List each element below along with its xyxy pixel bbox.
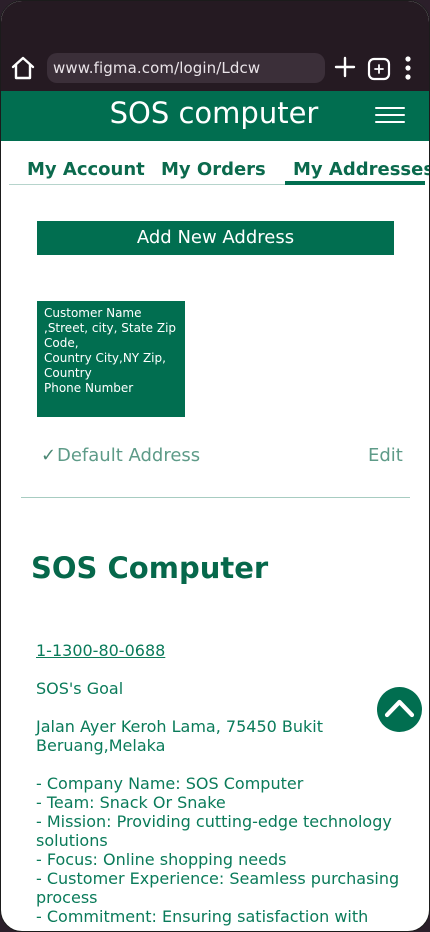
hamburger-bar (375, 114, 405, 116)
add-new-address-button[interactable]: Add New Address (37, 221, 394, 255)
list-item: - Mission: Providing cutting-edge techno… (36, 812, 392, 850)
address-line-street: ,Street, city, State Zip (44, 321, 177, 335)
list-item: - Commitment: Ensuring satisfaction with (36, 907, 369, 926)
tab-switcher-icon[interactable] (367, 57, 391, 81)
list-item: - Focus: Online shopping needs (36, 850, 287, 869)
goal-text: SOS's Goal (36, 679, 124, 698)
footer-title: SOS Computer (31, 551, 269, 585)
company-address: Jalan Ayer Keroh Lama, 75450 Bukit Berua… (36, 717, 323, 755)
address-card[interactable]: Customer Name ,Street, city, State Zip C… (37, 301, 185, 417)
tab-my-account[interactable]: My Account (27, 159, 145, 181)
default-address-toggle[interactable]: ✓Default Address (41, 444, 200, 468)
more-menu-icon[interactable] (399, 55, 417, 81)
tab-my-orders[interactable]: My Orders (161, 159, 266, 181)
checkmark-icon: ✓ (41, 445, 57, 466)
address-line-phone: Phone Number (44, 381, 134, 395)
hamburger-bar (375, 107, 405, 109)
default-address-label: Default Address (57, 445, 201, 466)
address-line-country-city: Country City,NY Zip, (44, 351, 166, 365)
browser-chrome: www.figma.com/login/Ldcw (1, 1, 429, 91)
list-item: - Company Name: SOS Computer (36, 774, 304, 793)
hamburger-bar (375, 121, 405, 123)
edit-address-link[interactable]: Edit (368, 444, 403, 468)
scroll-to-top-button[interactable] (377, 687, 422, 732)
site-header: SOS computer (1, 91, 429, 141)
address-line-country: Country (44, 366, 92, 380)
hamburger-menu-icon[interactable] (375, 107, 405, 125)
active-tab-indicator (285, 181, 425, 185)
list-item: - Customer Experience: Seamless purchasi… (36, 869, 400, 907)
address-line-code: Code, (44, 336, 79, 350)
url-bar[interactable]: www.figma.com/login/Ldcw (47, 53, 325, 83)
home-icon[interactable] (10, 55, 36, 81)
address-line-customer-name: Customer Name (44, 306, 142, 320)
tab-my-addresses[interactable]: My Addresses (293, 159, 429, 181)
site-title: SOS computer (109, 96, 319, 130)
company-info-list: - Company Name: SOS Computer - Team: Sna… (36, 774, 406, 926)
new-tab-plus-icon[interactable] (334, 56, 356, 78)
phone-frame: www.figma.com/login/Ldcw SOS computer My… (0, 0, 430, 932)
phone-link[interactable]: 1-1300-80-0688 (36, 641, 165, 660)
chevron-up-icon (384, 699, 415, 718)
list-item: - Team: Snack Or Snake (36, 793, 226, 812)
section-divider (21, 497, 410, 498)
